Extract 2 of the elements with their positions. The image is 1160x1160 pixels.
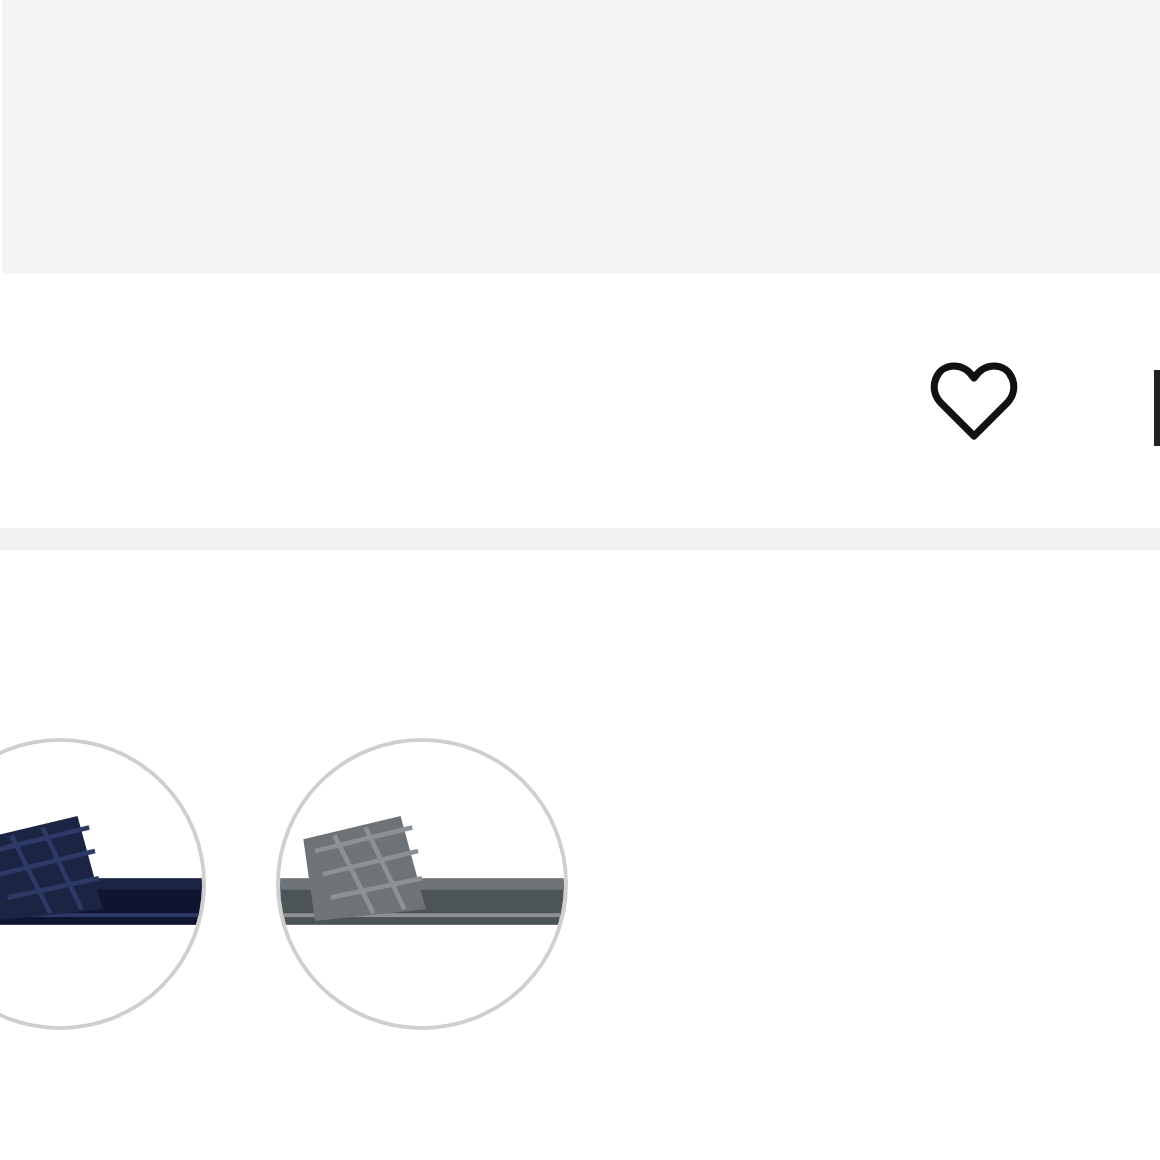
favorite-button[interactable] xyxy=(930,360,1018,442)
heart-icon xyxy=(930,360,1018,442)
